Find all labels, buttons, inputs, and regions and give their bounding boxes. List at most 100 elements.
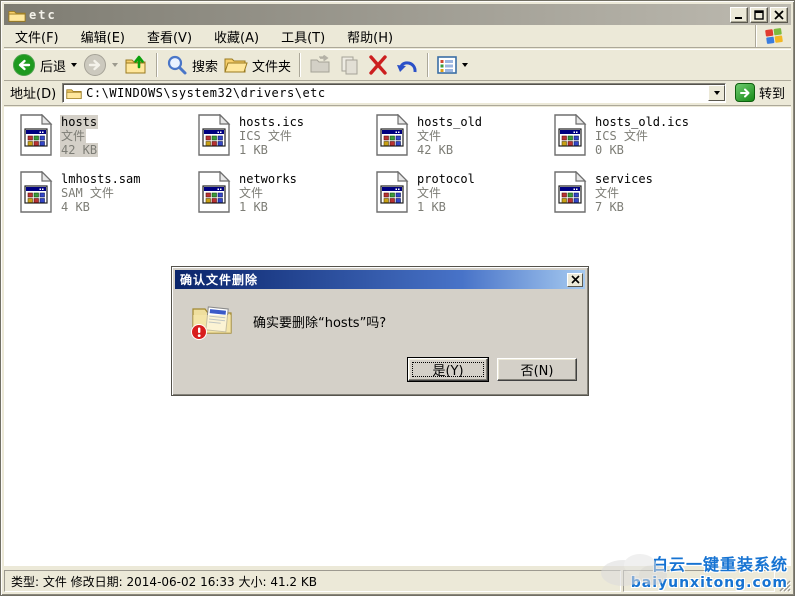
dialog-close-button[interactable] (567, 273, 583, 287)
menu-help[interactable]: 帮助(H) (336, 25, 404, 47)
file-size: 1 KB (238, 200, 269, 214)
folder-icon (8, 7, 26, 23)
dialog-close-icon (571, 275, 580, 284)
menu-favorites[interactable]: 收藏(A) (203, 25, 270, 47)
close-button[interactable] (770, 7, 788, 23)
file-tile-hosts[interactable]: hosts 文件 42 KB (19, 114, 197, 171)
menu-file[interactable]: 文件(F) (4, 25, 70, 47)
file-label: lmhosts.sam SAM 文件 4 KB (60, 172, 141, 214)
title-bar: etc (4, 4, 791, 25)
move-to-icon (309, 55, 333, 75)
file-label: services 文件 7 KB (594, 172, 654, 214)
forward-button[interactable] (80, 51, 121, 79)
file-icon (553, 114, 587, 156)
file-name: hosts.ics (238, 115, 305, 129)
resize-grip[interactable] (777, 570, 791, 592)
file-label: hosts_old.ics ICS 文件 0 KB (594, 115, 690, 157)
file-tile-networks[interactable]: networks 文件 1 KB (197, 171, 375, 228)
undo-icon (395, 54, 419, 76)
file-type: 文件 (416, 186, 442, 200)
dialog-title-bar: 确认文件删除 (175, 270, 585, 289)
file-label: hosts.ics ICS 文件 1 KB (238, 115, 305, 157)
file-label: hosts 文件 42 KB (60, 115, 98, 157)
delete-icon (367, 54, 389, 76)
file-name: networks (238, 172, 298, 186)
status-right-panel (623, 570, 775, 592)
forward-dropdown-icon[interactable] (112, 63, 118, 67)
status-bar: 类型: 文件 修改日期: 2014-06-02 16:33 大小: 41.2 K… (4, 567, 791, 592)
file-name: services (594, 172, 654, 186)
copy-to-button (336, 53, 364, 77)
address-dropdown-button[interactable] (708, 85, 725, 101)
toolbar: 后退 搜索 (4, 49, 791, 81)
undo-button[interactable] (392, 52, 422, 78)
address-folder-icon (66, 86, 82, 100)
search-button[interactable]: 搜索 (163, 52, 221, 78)
dialog-title: 确认文件删除 (180, 271, 567, 288)
address-input[interactable]: C:\WINDOWS\system32\drivers\etc (62, 83, 726, 103)
delete-button[interactable] (364, 52, 392, 78)
file-type: ICS 文件 (594, 129, 649, 143)
file-type: SAM 文件 (60, 186, 115, 200)
go-button[interactable]: 转到 (732, 83, 788, 102)
back-dropdown-icon[interactable] (71, 63, 77, 67)
file-name: hosts_old (416, 115, 483, 129)
address-path: C:\WINDOWS\system32\drivers\etc (86, 86, 325, 100)
file-size: 0 KB (594, 143, 625, 157)
dialog-buttons: 是(Y) 否(N) (408, 358, 577, 381)
maximize-button[interactable] (750, 7, 768, 23)
toolbar-separator (299, 53, 301, 77)
menu-tools[interactable]: 工具(T) (270, 25, 336, 47)
views-dropdown-icon[interactable] (462, 63, 468, 67)
back-icon (12, 53, 36, 77)
file-tile-hosts-ics[interactable]: hosts.ics ICS 文件 1 KB (197, 114, 375, 171)
file-icon (553, 171, 587, 213)
address-dropdown-icon (714, 91, 720, 95)
file-label: networks 文件 1 KB (238, 172, 298, 214)
minimize-button[interactable] (730, 7, 748, 23)
resize-grip-icon (778, 579, 791, 592)
explorer-window: etc 文件(F) 编辑(E) 查看(V) 收藏(A) 工具(T) 帮助(H) (0, 0, 795, 596)
menu-view[interactable]: 查看(V) (136, 25, 203, 47)
file-type: 文件 (238, 186, 264, 200)
file-size: 42 KB (60, 143, 98, 157)
file-tile-services[interactable]: services 文件 7 KB (553, 171, 731, 228)
file-icon (375, 114, 409, 156)
file-tile-lmhosts-sam[interactable]: lmhosts.sam SAM 文件 4 KB (19, 171, 197, 228)
status-text: 类型: 文件 修改日期: 2014-06-02 16:33 大小: 41.2 K… (4, 570, 621, 592)
back-button[interactable]: 后退 (9, 51, 80, 79)
file-name: hosts (60, 115, 98, 129)
file-label: protocol 文件 1 KB (416, 172, 476, 214)
up-button[interactable] (121, 52, 151, 78)
views-button[interactable] (434, 54, 471, 76)
file-name: lmhosts.sam (60, 172, 141, 186)
file-tile-hosts-old[interactable]: hosts_old 文件 42 KB (375, 114, 553, 171)
file-size: 1 KB (416, 200, 447, 214)
file-icon (197, 171, 231, 213)
menu-edit[interactable]: 编辑(E) (70, 25, 136, 47)
folders-icon (224, 55, 248, 75)
search-label: 搜索 (192, 56, 218, 75)
minimize-icon (734, 10, 744, 20)
confirm-delete-dialog: 确认文件删除 确实要删除“hosts”吗? (171, 266, 589, 396)
menu-bar: 文件(F) 编辑(E) 查看(V) 收藏(A) 工具(T) 帮助(H) (4, 25, 791, 48)
folders-button[interactable]: 文件夹 (221, 53, 294, 77)
up-folder-icon (124, 54, 148, 76)
folders-label: 文件夹 (252, 56, 291, 75)
file-type: ICS 文件 (238, 129, 293, 143)
search-icon (166, 54, 188, 76)
go-icon (735, 83, 755, 102)
address-bar: 地址(D) C:\WINDOWS\system32\drivers\etc 转到 (4, 82, 791, 106)
views-icon (437, 56, 457, 74)
toolbar-separator (156, 53, 158, 77)
file-name: hosts_old.ics (594, 115, 690, 129)
no-button[interactable]: 否(N) (497, 358, 577, 381)
address-label: 地址(D) (10, 83, 56, 102)
copy-to-icon (339, 55, 361, 75)
close-icon (774, 10, 784, 20)
yes-button[interactable]: 是(Y) (408, 358, 488, 381)
file-type: 文件 (416, 129, 442, 143)
file-tile-hosts-old-ics[interactable]: hosts_old.ics ICS 文件 0 KB (553, 114, 731, 171)
file-tile-protocol[interactable]: protocol 文件 1 KB (375, 171, 553, 228)
window-title: etc (29, 8, 728, 22)
